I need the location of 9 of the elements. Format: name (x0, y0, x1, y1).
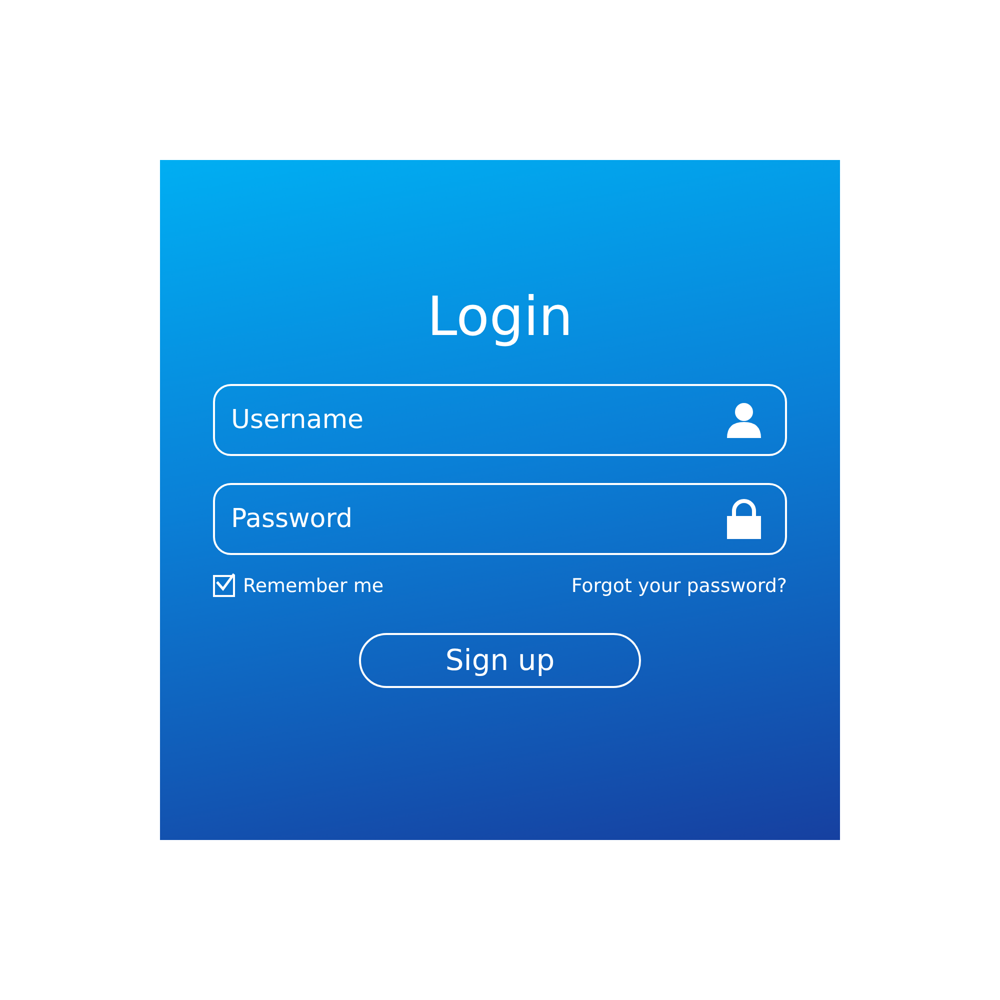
remember-checkbox[interactable] (213, 575, 235, 598)
forgot-password-link[interactable]: Forgot your password? (571, 572, 787, 600)
username-field[interactable]: Username (213, 384, 787, 456)
login-title: Login (426, 290, 574, 344)
remember-label: Remember me (243, 574, 384, 599)
sign-up-button[interactable]: Sign up (359, 632, 641, 688)
user-icon (727, 402, 761, 438)
lock-icon (727, 499, 761, 539)
password-field[interactable]: Password (213, 483, 787, 555)
